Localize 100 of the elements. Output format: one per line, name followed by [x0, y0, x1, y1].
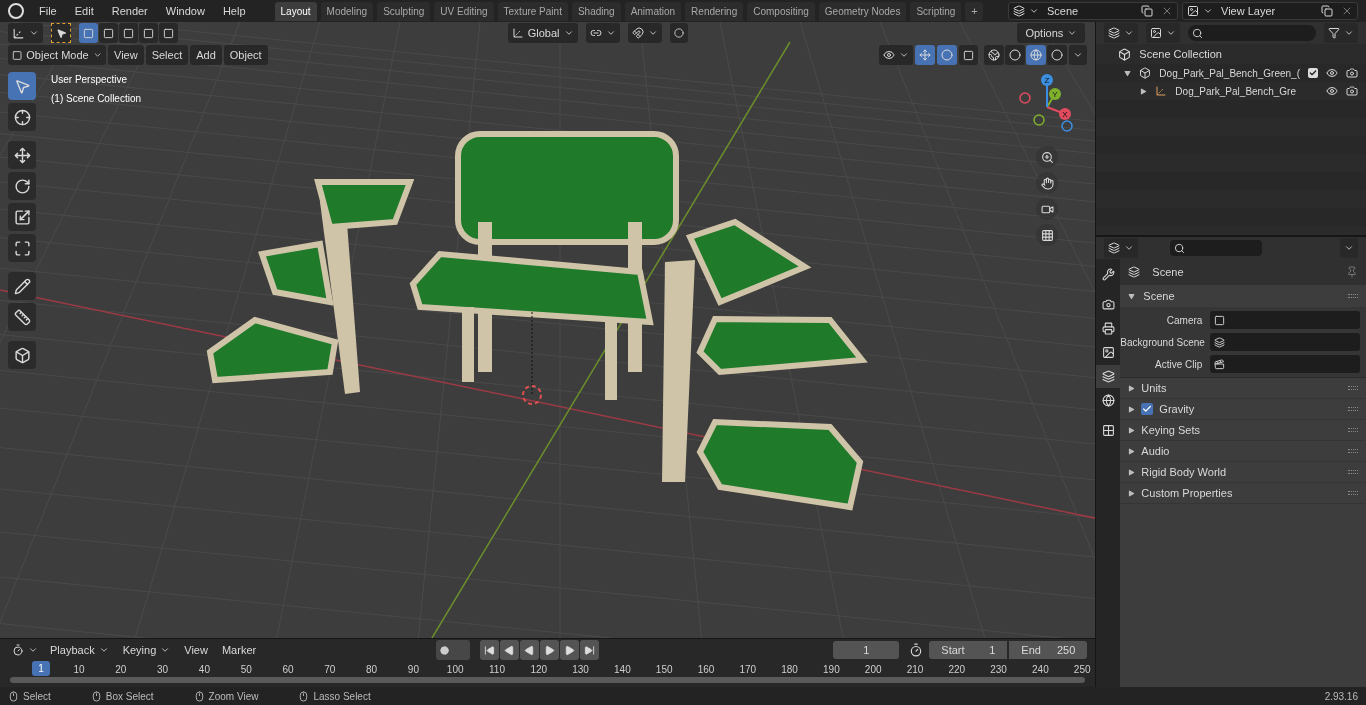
properties-tab[interactable] [1096, 365, 1121, 388]
tool-button[interactable] [8, 272, 36, 300]
jump-end-button[interactable] [580, 640, 600, 660]
workspace-tab[interactable]: Animation [624, 1, 682, 21]
editor-type-button[interactable] [8, 23, 43, 43]
checkbox[interactable] [1308, 68, 1318, 78]
selection-mode-button[interactable] [79, 23, 98, 43]
overlay-toggle-button[interactable] [937, 45, 958, 65]
workspace-tab[interactable]: Rendering [685, 1, 744, 21]
current-frame-field[interactable]: 1 [833, 641, 900, 659]
tree-item[interactable]: Dog_Park_Pal_Bench_Green_( [1159, 65, 1300, 81]
tree-item[interactable]: Dog_Park_Pal_Bench_Gre [1175, 83, 1318, 99]
section-title[interactable]: Custom Properties [1141, 484, 1342, 502]
tool-button[interactable] [8, 203, 36, 231]
shading-mode-button[interactable] [1026, 45, 1047, 65]
field-input[interactable] [1210, 311, 1360, 329]
drag-handle-icon[interactable] [1348, 491, 1358, 495]
tool-button[interactable] [8, 141, 36, 169]
viewport-menu[interactable]: Add [190, 45, 222, 65]
drag-handle-icon[interactable] [1348, 407, 1358, 411]
section-title[interactable]: Gravity [1159, 400, 1342, 418]
play-reverse-button[interactable] [520, 640, 540, 660]
playhead[interactable]: 1 [32, 661, 50, 676]
expanded-triangle-icon[interactable] [1128, 292, 1136, 300]
tree-item[interactable]: Scene Collection [1139, 45, 1222, 63]
filter-button[interactable] [1324, 23, 1358, 43]
previous-keyframe-button[interactable] [500, 640, 520, 660]
drag-handle-icon[interactable] [1348, 449, 1358, 453]
view-layer-selector[interactable]: View Layer [1182, 2, 1358, 20]
collapsed-triangle-icon[interactable] [1128, 447, 1136, 455]
keyframe-record-button[interactable] [436, 640, 471, 660]
stopwatch-icon[interactable] [909, 643, 924, 657]
drag-handle-icon[interactable] [1348, 470, 1358, 474]
shading-mode-button[interactable] [1047, 45, 1068, 65]
transform-orientation-dropdown[interactable]: Global [507, 23, 578, 43]
axis-handle[interactable]: Y [1049, 88, 1062, 100]
selection-mode-button[interactable] [99, 23, 118, 43]
collapsed-triangle-icon[interactable] [1128, 489, 1136, 497]
drag-handle-icon[interactable] [1348, 294, 1358, 298]
jump-start-button[interactable] [480, 640, 500, 660]
app-logo-icon[interactable] [8, 3, 24, 19]
menu-item[interactable]: File [32, 2, 64, 20]
xray-button[interactable] [959, 45, 979, 65]
pivot-button[interactable] [585, 23, 620, 43]
next-keyframe-button[interactable] [560, 640, 580, 660]
workspace-tab[interactable]: UV Editing [434, 1, 494, 21]
viewport-menu[interactable]: Object [223, 45, 268, 65]
collapsed-triangle-icon[interactable] [1128, 468, 1136, 476]
field-input[interactable] [1210, 333, 1360, 351]
expanded-triangle-icon[interactable] [1124, 69, 1132, 77]
add-workspace-button[interactable]: + [965, 1, 984, 21]
zoom-button[interactable] [1036, 146, 1059, 168]
viewport-menu[interactable]: View [108, 45, 144, 65]
camera-icon[interactable] [1346, 85, 1358, 97]
proportional-edit-button[interactable] [669, 23, 688, 43]
editor-type-button[interactable] [1104, 23, 1139, 43]
scene-selector[interactable]: Scene [1008, 2, 1178, 20]
workspace-tab[interactable]: Texture Paint [497, 1, 568, 21]
axis-handle[interactable]: X [1059, 108, 1072, 120]
section-title[interactable]: Audio [1141, 442, 1342, 460]
selection-mode-button[interactable] [139, 23, 158, 43]
checkbox[interactable] [1141, 403, 1154, 415]
collapsed-triangle-icon[interactable] [1128, 405, 1136, 413]
eye-icon[interactable] [1326, 67, 1338, 79]
section-title[interactable]: Rigid Body World [1141, 463, 1342, 481]
drag-handle-icon[interactable] [1348, 428, 1358, 432]
workspace-tab[interactable]: Modeling [320, 1, 374, 21]
pan-button[interactable] [1036, 172, 1059, 194]
workspace-tab[interactable]: Shading [571, 1, 621, 21]
axis-gizmo-drawing[interactable]: Z Y X [1007, 72, 1088, 142]
axis-handle[interactable]: Z [1041, 74, 1054, 86]
search-field[interactable] [1170, 240, 1263, 256]
section-title[interactable]: Keying Sets [1141, 421, 1342, 439]
collapsed-triangle-icon[interactable] [1128, 384, 1136, 392]
shading-mode-button[interactable] [1005, 45, 1026, 65]
select-tool-button[interactable] [51, 23, 71, 43]
menu-item[interactable]: Render [104, 2, 155, 20]
selection-mode-button[interactable] [119, 23, 138, 43]
workspace-tab[interactable]: Geometry Nodes [818, 1, 907, 21]
workspace-tab[interactable]: Compositing [747, 1, 815, 21]
start-frame-field[interactable]: Start 1 [929, 641, 1008, 659]
tool-button[interactable] [8, 234, 36, 262]
ortho-toggle-button[interactable] [1036, 224, 1059, 246]
collapsed-triangle-icon[interactable] [1128, 426, 1136, 434]
workspace-tab[interactable]: Scripting [910, 1, 962, 21]
play-button[interactable] [540, 640, 560, 660]
display-mode-button[interactable] [1146, 23, 1181, 43]
workspace-tab[interactable]: Layout [274, 1, 317, 21]
editor-type-button[interactable] [1104, 238, 1139, 258]
timeline-scrollbar[interactable] [10, 677, 1086, 683]
eye-icon[interactable] [1326, 85, 1338, 97]
snap-button[interactable] [627, 23, 662, 43]
selection-mode-button[interactable] [159, 23, 178, 43]
drag-handle-icon[interactable] [1348, 386, 1358, 390]
field-input[interactable] [1210, 355, 1360, 373]
search-field[interactable] [1188, 25, 1316, 41]
tool-button[interactable] [8, 341, 36, 369]
menu-item[interactable]: Window [158, 2, 212, 20]
viewport-menu[interactable]: Select [145, 45, 189, 65]
end-frame-field[interactable]: End 250 [1009, 641, 1088, 659]
